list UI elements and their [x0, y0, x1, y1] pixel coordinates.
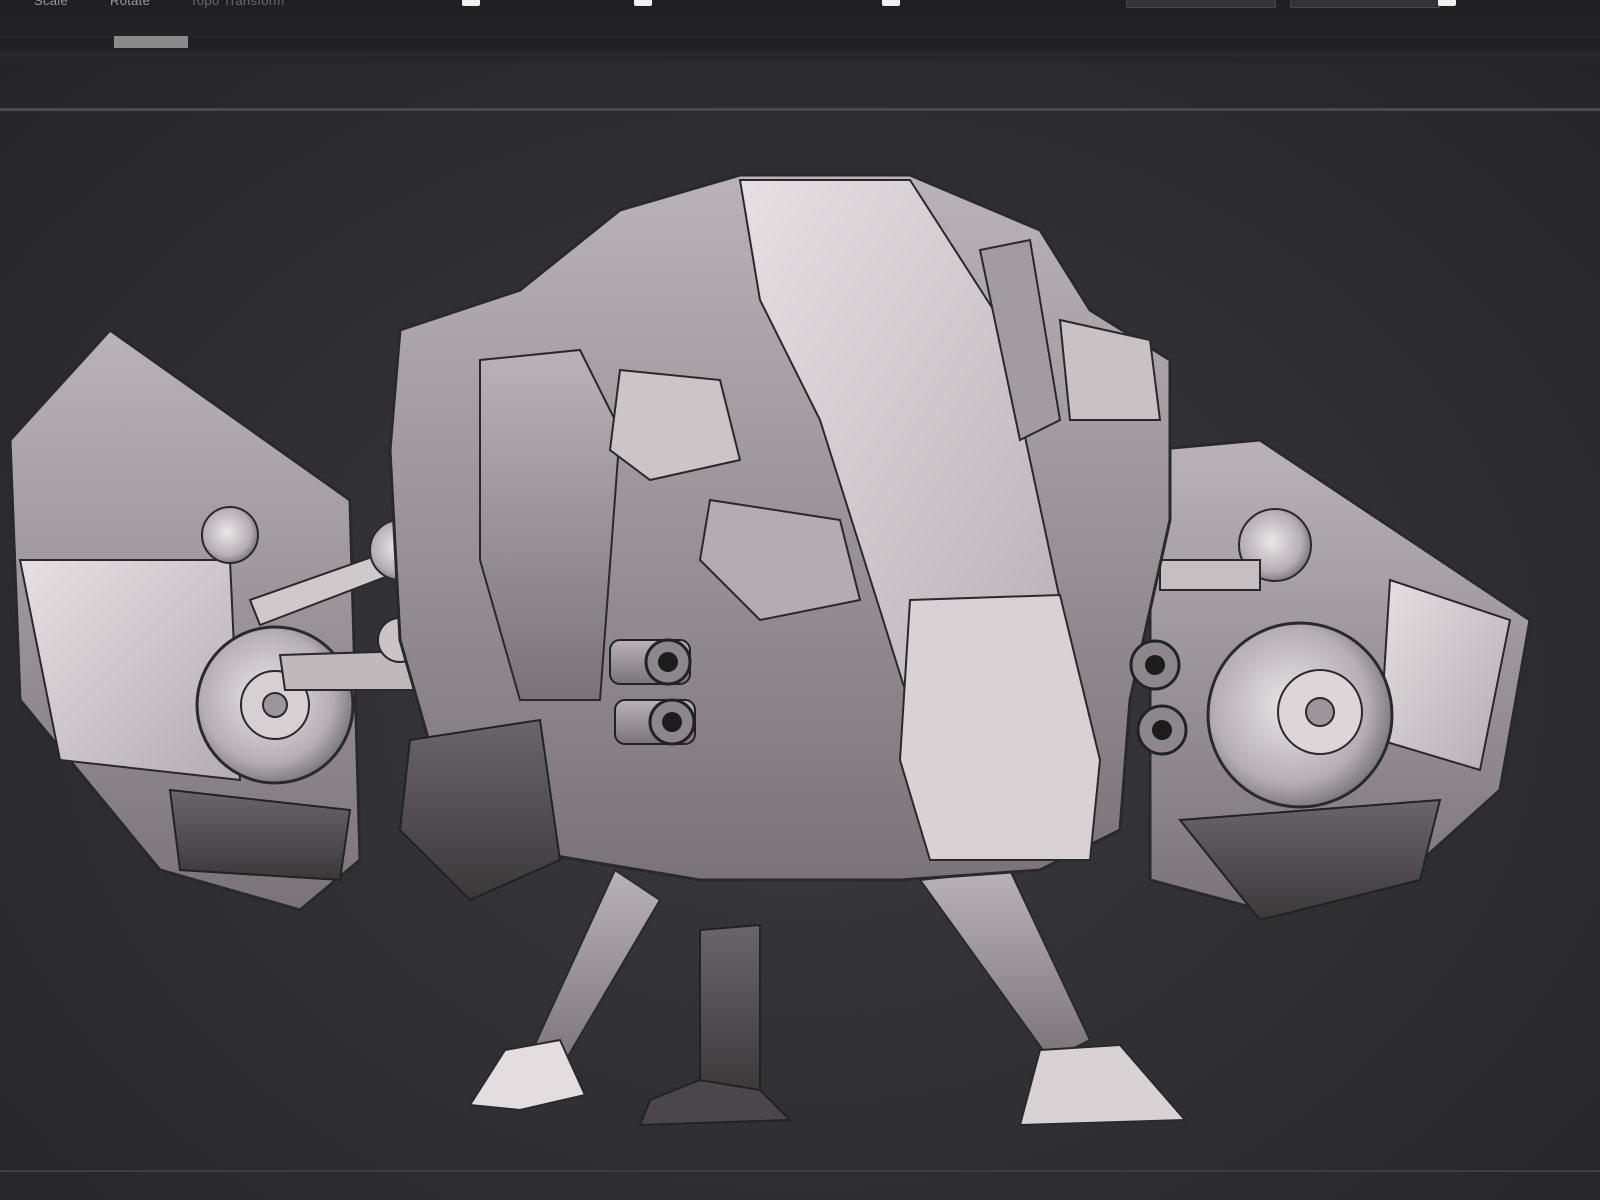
right-wing-pod [1148, 438, 1532, 922]
robot-legs [468, 868, 1188, 1127]
mech-robot-model[interactable] [0, 0, 1600, 1200]
left-wing-pod [8, 328, 441, 912]
robot-torso [388, 173, 1172, 902]
